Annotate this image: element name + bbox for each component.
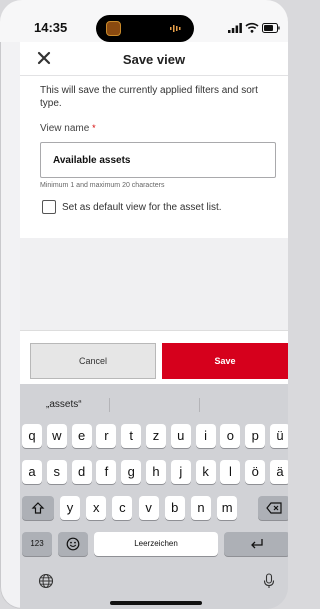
page-title: Save view xyxy=(122,52,186,67)
save-view-form: This will save the currently applied fil… xyxy=(20,76,288,238)
key-w[interactable]: w xyxy=(46,424,67,448)
return-key[interactable] xyxy=(224,532,288,556)
view-name-input[interactable] xyxy=(40,142,276,178)
view-name-label: View name * xyxy=(40,123,96,134)
action-bar: Cancel Save xyxy=(20,330,288,384)
status-bar: 14:35 xyxy=(0,0,288,42)
status-time: 14:35 xyxy=(34,20,68,35)
numbers-key[interactable]: 123 xyxy=(22,532,52,556)
suggestion-divider xyxy=(199,398,200,412)
required-mark: * xyxy=(92,123,96,133)
key-ä[interactable]: ä xyxy=(270,460,288,484)
default-view-checkbox-label[interactable]: Set as default view for the asset list. xyxy=(62,202,222,213)
key-d[interactable]: d xyxy=(71,460,92,484)
key-k[interactable]: k xyxy=(195,460,216,484)
shift-icon xyxy=(31,502,45,514)
key-s[interactable]: s xyxy=(46,460,67,484)
key-b[interactable]: b xyxy=(164,496,185,520)
key-c[interactable]: c xyxy=(112,496,133,520)
key-a[interactable]: a xyxy=(22,460,42,484)
key-h[interactable]: h xyxy=(146,460,166,484)
emoji-icon xyxy=(66,537,80,551)
return-icon xyxy=(251,539,263,549)
key-x[interactable]: x xyxy=(86,496,107,520)
key-r[interactable]: r xyxy=(96,424,117,448)
key-y[interactable]: y xyxy=(60,496,80,520)
key-t[interactable]: t xyxy=(121,424,142,448)
key-j[interactable]: j xyxy=(170,460,191,484)
wifi-icon xyxy=(245,22,259,33)
save-button[interactable]: Save xyxy=(162,343,288,379)
audio-wave-icon xyxy=(170,25,181,32)
key-n[interactable]: n xyxy=(191,496,211,520)
microphone-icon[interactable] xyxy=(263,573,275,589)
key-ü[interactable]: ü xyxy=(270,424,288,448)
view-name-hint: Minimum 1 and maximum 20 characters xyxy=(40,182,165,189)
suggestion-divider xyxy=(109,398,110,412)
key-m[interactable]: m xyxy=(217,496,238,520)
key-z[interactable]: z xyxy=(146,424,166,448)
shift-key[interactable] xyxy=(22,496,54,520)
suggestion-bar: „assets“ xyxy=(20,394,288,416)
key-q[interactable]: q xyxy=(22,424,42,448)
home-indicator xyxy=(110,601,202,605)
backspace-icon xyxy=(266,502,282,514)
key-v[interactable]: v xyxy=(138,496,159,520)
form-description: This will save the currently applied fil… xyxy=(40,85,258,109)
cancel-button[interactable]: Cancel xyxy=(30,343,156,379)
cellular-signal-icon xyxy=(228,23,242,33)
key-p[interactable]: p xyxy=(245,424,266,448)
backspace-key[interactable] xyxy=(258,496,288,520)
empty-space xyxy=(20,238,288,330)
on-screen-keyboard: „assets“ qwertzuiopü asdfghjklöä yxcvbnm… xyxy=(20,384,288,609)
key-g[interactable]: g xyxy=(121,460,142,484)
default-view-checkbox[interactable] xyxy=(42,200,56,214)
key-o[interactable]: o xyxy=(220,424,241,448)
key-u[interactable]: u xyxy=(170,424,191,448)
space-key[interactable]: Leerzeichen xyxy=(94,532,218,556)
phone-screen: 14:35 Save view This will save the curre… xyxy=(0,0,288,609)
key-f[interactable]: f xyxy=(96,460,117,484)
key-l[interactable]: l xyxy=(220,460,241,484)
key-e[interactable]: e xyxy=(71,424,92,448)
emoji-key[interactable] xyxy=(58,532,88,556)
dynamic-island xyxy=(96,15,194,42)
view-name-label-text: View name xyxy=(40,123,90,134)
globe-icon[interactable] xyxy=(38,573,54,589)
key-ö[interactable]: ö xyxy=(245,460,266,484)
modal-header: Save view xyxy=(20,42,288,76)
suggestion-item[interactable]: „assets“ xyxy=(46,399,82,410)
key-i[interactable]: i xyxy=(195,424,216,448)
battery-icon xyxy=(262,23,280,33)
live-activity-app-icon xyxy=(106,21,121,36)
